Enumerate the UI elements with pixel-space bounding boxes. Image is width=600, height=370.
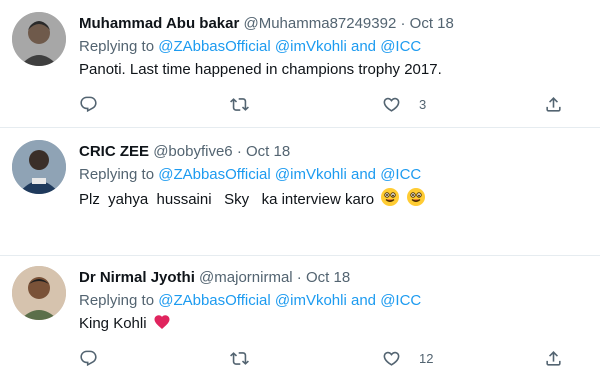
tweet-actions: 3 bbox=[79, 92, 588, 116]
tweet-date[interactable]: Oct 18 bbox=[246, 143, 290, 160]
mention-link[interactable]: @imVkohli bbox=[275, 292, 347, 309]
retweet-button[interactable] bbox=[230, 92, 249, 116]
mention-link[interactable]: @ICC bbox=[380, 166, 421, 183]
mention-link[interactable]: @imVkohli bbox=[275, 166, 347, 183]
like-icon bbox=[383, 97, 400, 112]
retweet-icon bbox=[230, 351, 249, 365]
like-count: 12 bbox=[419, 350, 434, 366]
reply-button[interactable] bbox=[79, 92, 98, 116]
tweet-body: Plz yahya hussaini Sky ka interview karo bbox=[79, 187, 588, 214]
mention-link[interactable]: @ZAbbasOfficial bbox=[158, 292, 271, 309]
mention-link[interactable]: @ZAbbasOfficial bbox=[158, 38, 271, 55]
separator-dot: · bbox=[236, 143, 242, 160]
winking-face-emoji bbox=[380, 187, 400, 214]
user-handle[interactable]: @majornirmal bbox=[199, 269, 293, 286]
separator-dot: · bbox=[400, 15, 406, 32]
retweet-icon bbox=[230, 97, 249, 111]
tweet-header: CRIC ZEE @bobyfive6 · Oct 18 bbox=[79, 142, 588, 162]
replying-to: Replying to @ZAbbasOfficial @imVkohli an… bbox=[79, 37, 588, 57]
share-button[interactable] bbox=[544, 92, 563, 116]
avatar[interactable] bbox=[12, 140, 66, 194]
replying-to: Replying to @ZAbbasOfficial @imVkohli an… bbox=[79, 165, 588, 185]
user-handle[interactable]: @Muhamma87249392 bbox=[243, 15, 396, 32]
tweet-body: King Kohli bbox=[79, 313, 588, 338]
replying-to: Replying to @ZAbbasOfficial @imVkohli an… bbox=[79, 291, 588, 311]
avatar[interactable] bbox=[12, 12, 66, 66]
tweet-text: Panoti. Last time happened in champions … bbox=[79, 61, 442, 78]
replying-to-label: Replying to bbox=[79, 166, 155, 183]
reply-icon bbox=[80, 350, 97, 366]
like-button[interactable]: 12 bbox=[382, 346, 433, 370]
reply-icon bbox=[80, 96, 97, 112]
mention-link[interactable]: @ZAbbasOfficial bbox=[158, 166, 271, 183]
mention-link[interactable]: @imVkohli bbox=[275, 38, 347, 55]
reply-button[interactable] bbox=[79, 346, 98, 370]
winking-face-emoji bbox=[406, 187, 426, 214]
like-count: 3 bbox=[419, 96, 427, 112]
like-button[interactable]: 3 bbox=[382, 92, 426, 116]
tweet-3[interactable]: Dr Nirmal Jyothi @majornirmal · Oct 18 R… bbox=[0, 256, 600, 338]
tweet-date[interactable]: Oct 18 bbox=[410, 15, 454, 32]
share-icon bbox=[546, 350, 561, 366]
avatar[interactable] bbox=[12, 266, 66, 320]
replying-to-label: Replying to bbox=[79, 292, 155, 309]
and-label: and bbox=[350, 38, 377, 55]
tweet-header: Dr Nirmal Jyothi @majornirmal · Oct 18 bbox=[79, 268, 588, 288]
display-name[interactable]: CRIC ZEE bbox=[79, 143, 149, 160]
and-label: and bbox=[350, 292, 377, 309]
retweet-button[interactable] bbox=[230, 346, 249, 370]
and-label: and bbox=[350, 166, 377, 183]
mention-link[interactable]: @ICC bbox=[380, 292, 421, 309]
user-handle[interactable]: @bobyfive6 bbox=[153, 143, 232, 160]
tweet-text: Plz yahya hussaini Sky ka interview karo bbox=[79, 191, 375, 208]
share-icon bbox=[546, 96, 561, 112]
replying-to-label: Replying to bbox=[79, 38, 155, 55]
share-button[interactable] bbox=[544, 346, 563, 370]
tweet-2[interactable]: CRIC ZEE @bobyfive6 · Oct 18 Replying to… bbox=[0, 128, 600, 366]
separator-dot: · bbox=[296, 269, 302, 286]
like-icon bbox=[383, 351, 400, 366]
display-name[interactable]: Dr Nirmal Jyothi bbox=[79, 269, 195, 286]
tweet-actions: 12 bbox=[79, 346, 588, 370]
tweet-text: King Kohli bbox=[79, 315, 147, 332]
red-heart-emoji bbox=[153, 313, 171, 338]
tweet-date[interactable]: Oct 18 bbox=[306, 269, 350, 286]
tweet-1[interactable]: Muhammad Abu bakar @Muhamma87249392 · Oc… bbox=[0, 0, 600, 128]
display-name[interactable]: Muhammad Abu bakar bbox=[79, 15, 239, 32]
tweet-header: Muhammad Abu bakar @Muhamma87249392 · Oc… bbox=[79, 14, 588, 34]
mention-link[interactable]: @ICC bbox=[380, 38, 421, 55]
